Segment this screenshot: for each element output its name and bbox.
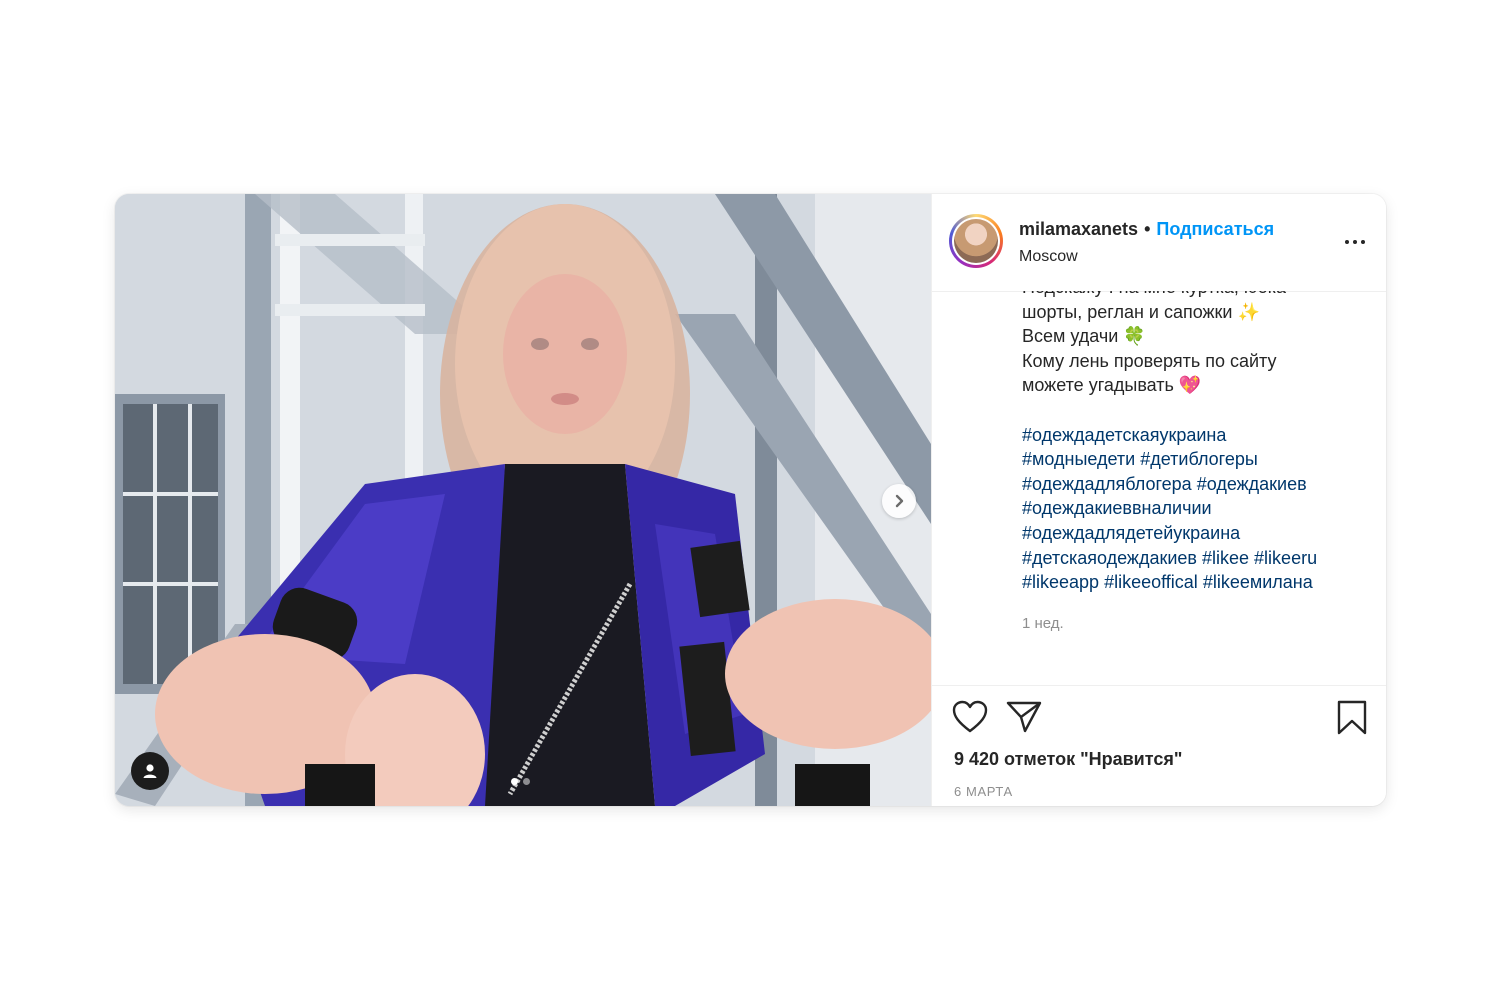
hashtag-link[interactable]: #likeeapp	[1022, 572, 1099, 592]
chevron-right-icon	[895, 494, 904, 508]
carousel-indicator	[511, 778, 530, 785]
hashtag-line: #одеждакиеввналичии	[1022, 496, 1372, 521]
post-header: milamaxanets • Подписаться Moscow	[932, 194, 1386, 292]
post-caption: Подскажу : на мне куртка, юбка шорты, ре…	[1022, 291, 1372, 595]
avatar-border	[952, 217, 1000, 265]
hashtag-line: #likeeapp #likeeoffical #likeeмилана	[1022, 570, 1372, 595]
paper-plane-icon	[1006, 701, 1042, 733]
post-actions: 9 420 отметок "Нравится" 6 МАРТА	[932, 685, 1386, 806]
post-sidebar: milamaxanets • Подписаться Moscow Подска…	[931, 194, 1386, 806]
hashtag-link[interactable]: #детиблогеры	[1140, 449, 1258, 469]
follow-button[interactable]: Подписаться	[1156, 219, 1274, 240]
hashtag-line: #одеждадляблогера #одеждакиев	[1022, 472, 1372, 497]
next-photo-button[interactable]	[882, 484, 916, 518]
hashtag-link[interactable]: #likee	[1202, 548, 1249, 568]
post-photo-illustration	[115, 194, 931, 806]
hashtag-link[interactable]: #likeeru	[1254, 548, 1317, 568]
username-link[interactable]: milamaxanets	[1019, 219, 1138, 240]
likes-count[interactable]: 9 420 отметок "Нравится"	[954, 749, 1182, 770]
hashtag-list: #одеждадетскаяукраина #модныедети #детиб…	[1022, 423, 1372, 595]
bookmark-icon	[1337, 700, 1367, 735]
post-header-line: milamaxanets • Подписаться	[1019, 219, 1274, 240]
location-link[interactable]: Moscow	[1019, 248, 1274, 266]
hashtag-link[interactable]: #одеждакиеввналичии	[1022, 498, 1212, 518]
hashtag-line: #одеждадетскаяукраина	[1022, 423, 1372, 448]
hashtag-link[interactable]: #детскаяодеждакиев	[1022, 548, 1197, 568]
hashtag-line: #детскаяодеждакиев #likee #likeeru	[1022, 546, 1372, 571]
more-options-icon[interactable]	[1345, 240, 1365, 244]
share-button[interactable]	[1006, 700, 1042, 739]
hashtag-link[interactable]: #одеждакиев	[1197, 474, 1307, 494]
hashtag-link[interactable]: #likeeмилана	[1203, 572, 1313, 592]
hashtag-link[interactable]: #одеждадетскаяукраина	[1022, 425, 1226, 445]
hashtag-link[interactable]: #модныедети	[1022, 449, 1135, 469]
separator-dot: •	[1144, 219, 1151, 239]
post-header-text: milamaxanets • Подписаться Moscow	[1019, 219, 1274, 266]
tagged-users-button[interactable]	[131, 752, 169, 790]
hashtag-line: #модныедети #детиблогеры	[1022, 447, 1372, 472]
carousel-dot	[523, 778, 530, 785]
hashtag-link[interactable]: #likeeoffical	[1104, 572, 1198, 592]
hashtag-link[interactable]: #одеждадлядетейукраина	[1022, 523, 1240, 543]
avatar-story-ring[interactable]	[949, 214, 1003, 268]
hashtag-link[interactable]: #одеждадляблогера	[1022, 474, 1192, 494]
instagram-post: milamaxanets • Подписаться Moscow Подска…	[115, 194, 1386, 806]
more-dot	[1361, 240, 1365, 244]
post-date: 6 МАРТА	[954, 784, 1013, 799]
avatar	[954, 219, 998, 263]
caption-time-ago: 1 нед.	[1022, 615, 1064, 632]
caption-line: шорты, реглан и сапожки ✨	[1022, 301, 1260, 322]
post-photo[interactable]	[115, 194, 931, 806]
more-dot	[1345, 240, 1349, 244]
more-dot	[1353, 240, 1357, 244]
caption-line: можете угадывать 💖	[1022, 375, 1202, 396]
carousel-dot-active	[511, 778, 518, 785]
like-button[interactable]	[952, 700, 988, 739]
hashtag-line: #одеждадлядетейукраина	[1022, 521, 1372, 546]
comments-area[interactable]: Подскажу : на мне куртка, юбка шорты, ре…	[932, 291, 1386, 684]
user-tag-icon	[143, 764, 157, 778]
caption-line: Всем удачи 🍀	[1022, 326, 1146, 347]
save-button[interactable]	[1336, 700, 1368, 741]
heart-icon	[952, 700, 988, 733]
caption-line: Кому лень проверять по сайту	[1022, 350, 1277, 371]
caption-line: Подскажу : на мне куртка, юбка	[1022, 291, 1372, 300]
